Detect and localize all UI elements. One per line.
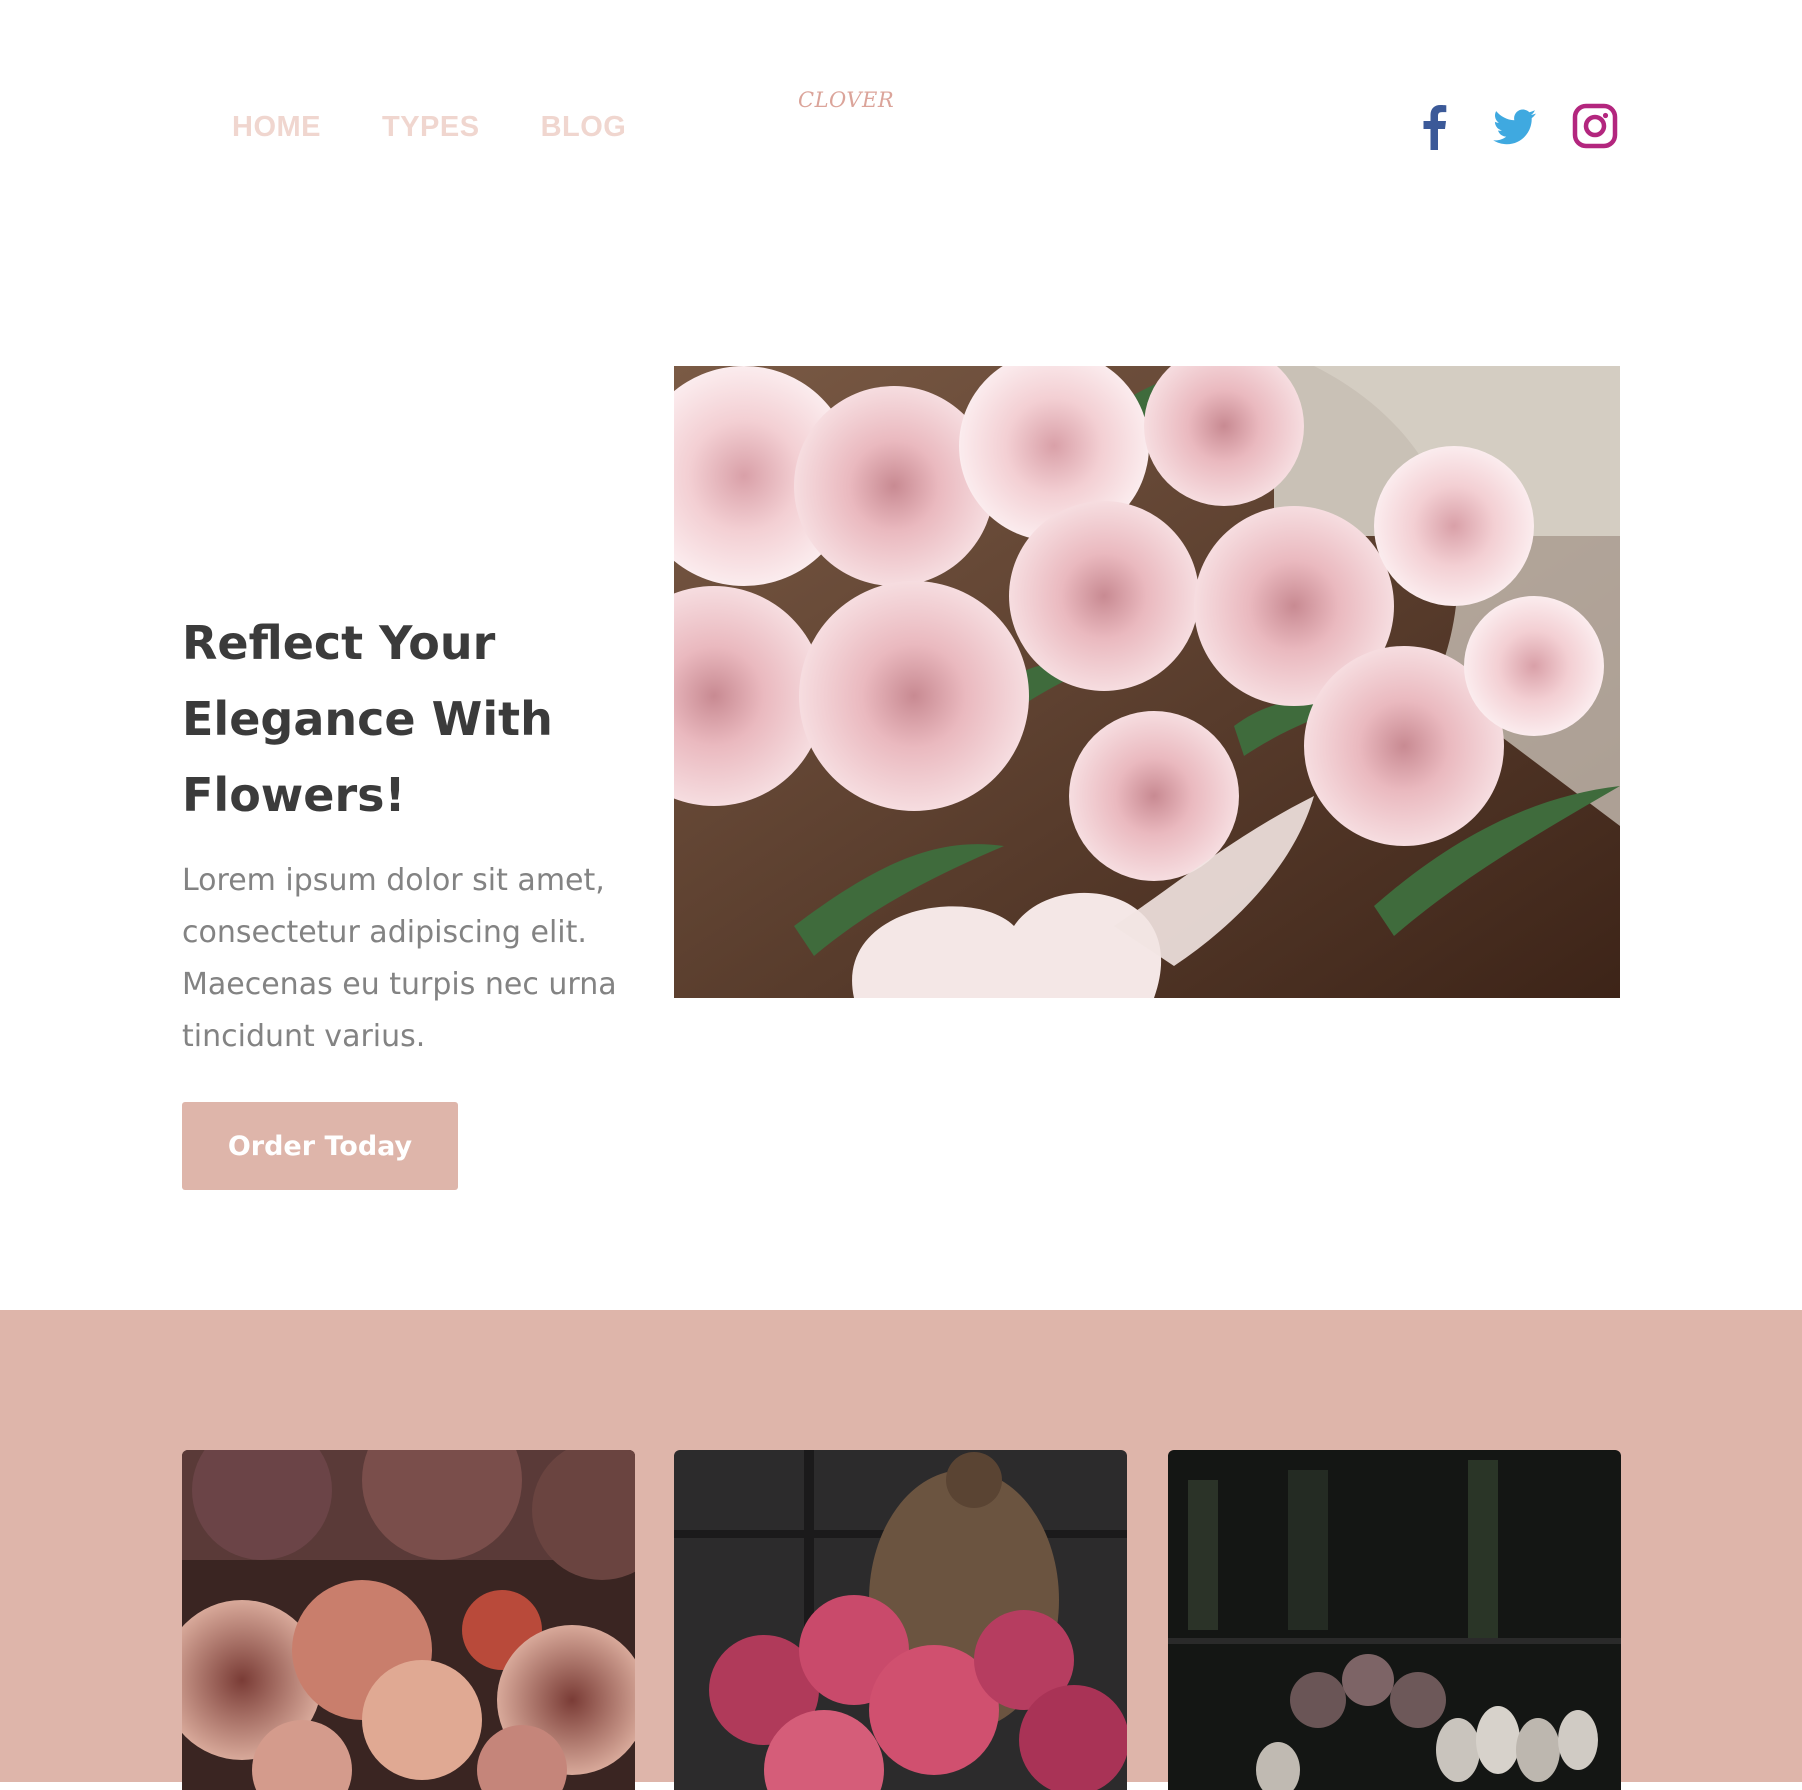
nav-home[interactable]: HOME	[232, 104, 321, 150]
featured-card-shop[interactable]	[1168, 1450, 1621, 1790]
site-logo[interactable]: CLOVER	[798, 88, 894, 112]
hero-description: Lorem ipsum dolor sit amet, consectetur …	[182, 863, 617, 1054]
featured-section	[0, 1310, 1802, 1790]
nav-blog[interactable]: BLOG	[541, 104, 627, 150]
hero-roses-image	[674, 366, 1620, 998]
nav-types[interactable]: TYPES	[382, 104, 480, 150]
featured-card-bouquet[interactable]	[182, 1450, 635, 1790]
instagram-icon[interactable]	[1572, 102, 1618, 150]
twitter-icon[interactable]	[1492, 102, 1538, 150]
featured-card-peonies[interactable]	[674, 1450, 1127, 1790]
order-today-button[interactable]: Order Today	[182, 1102, 458, 1190]
hero-title: Reflect Your Elegance With Flowers!	[182, 616, 553, 822]
facebook-icon[interactable]	[1412, 102, 1458, 150]
main-nav: HOME TYPES BLOG	[232, 104, 626, 150]
social-links	[1412, 102, 1618, 150]
